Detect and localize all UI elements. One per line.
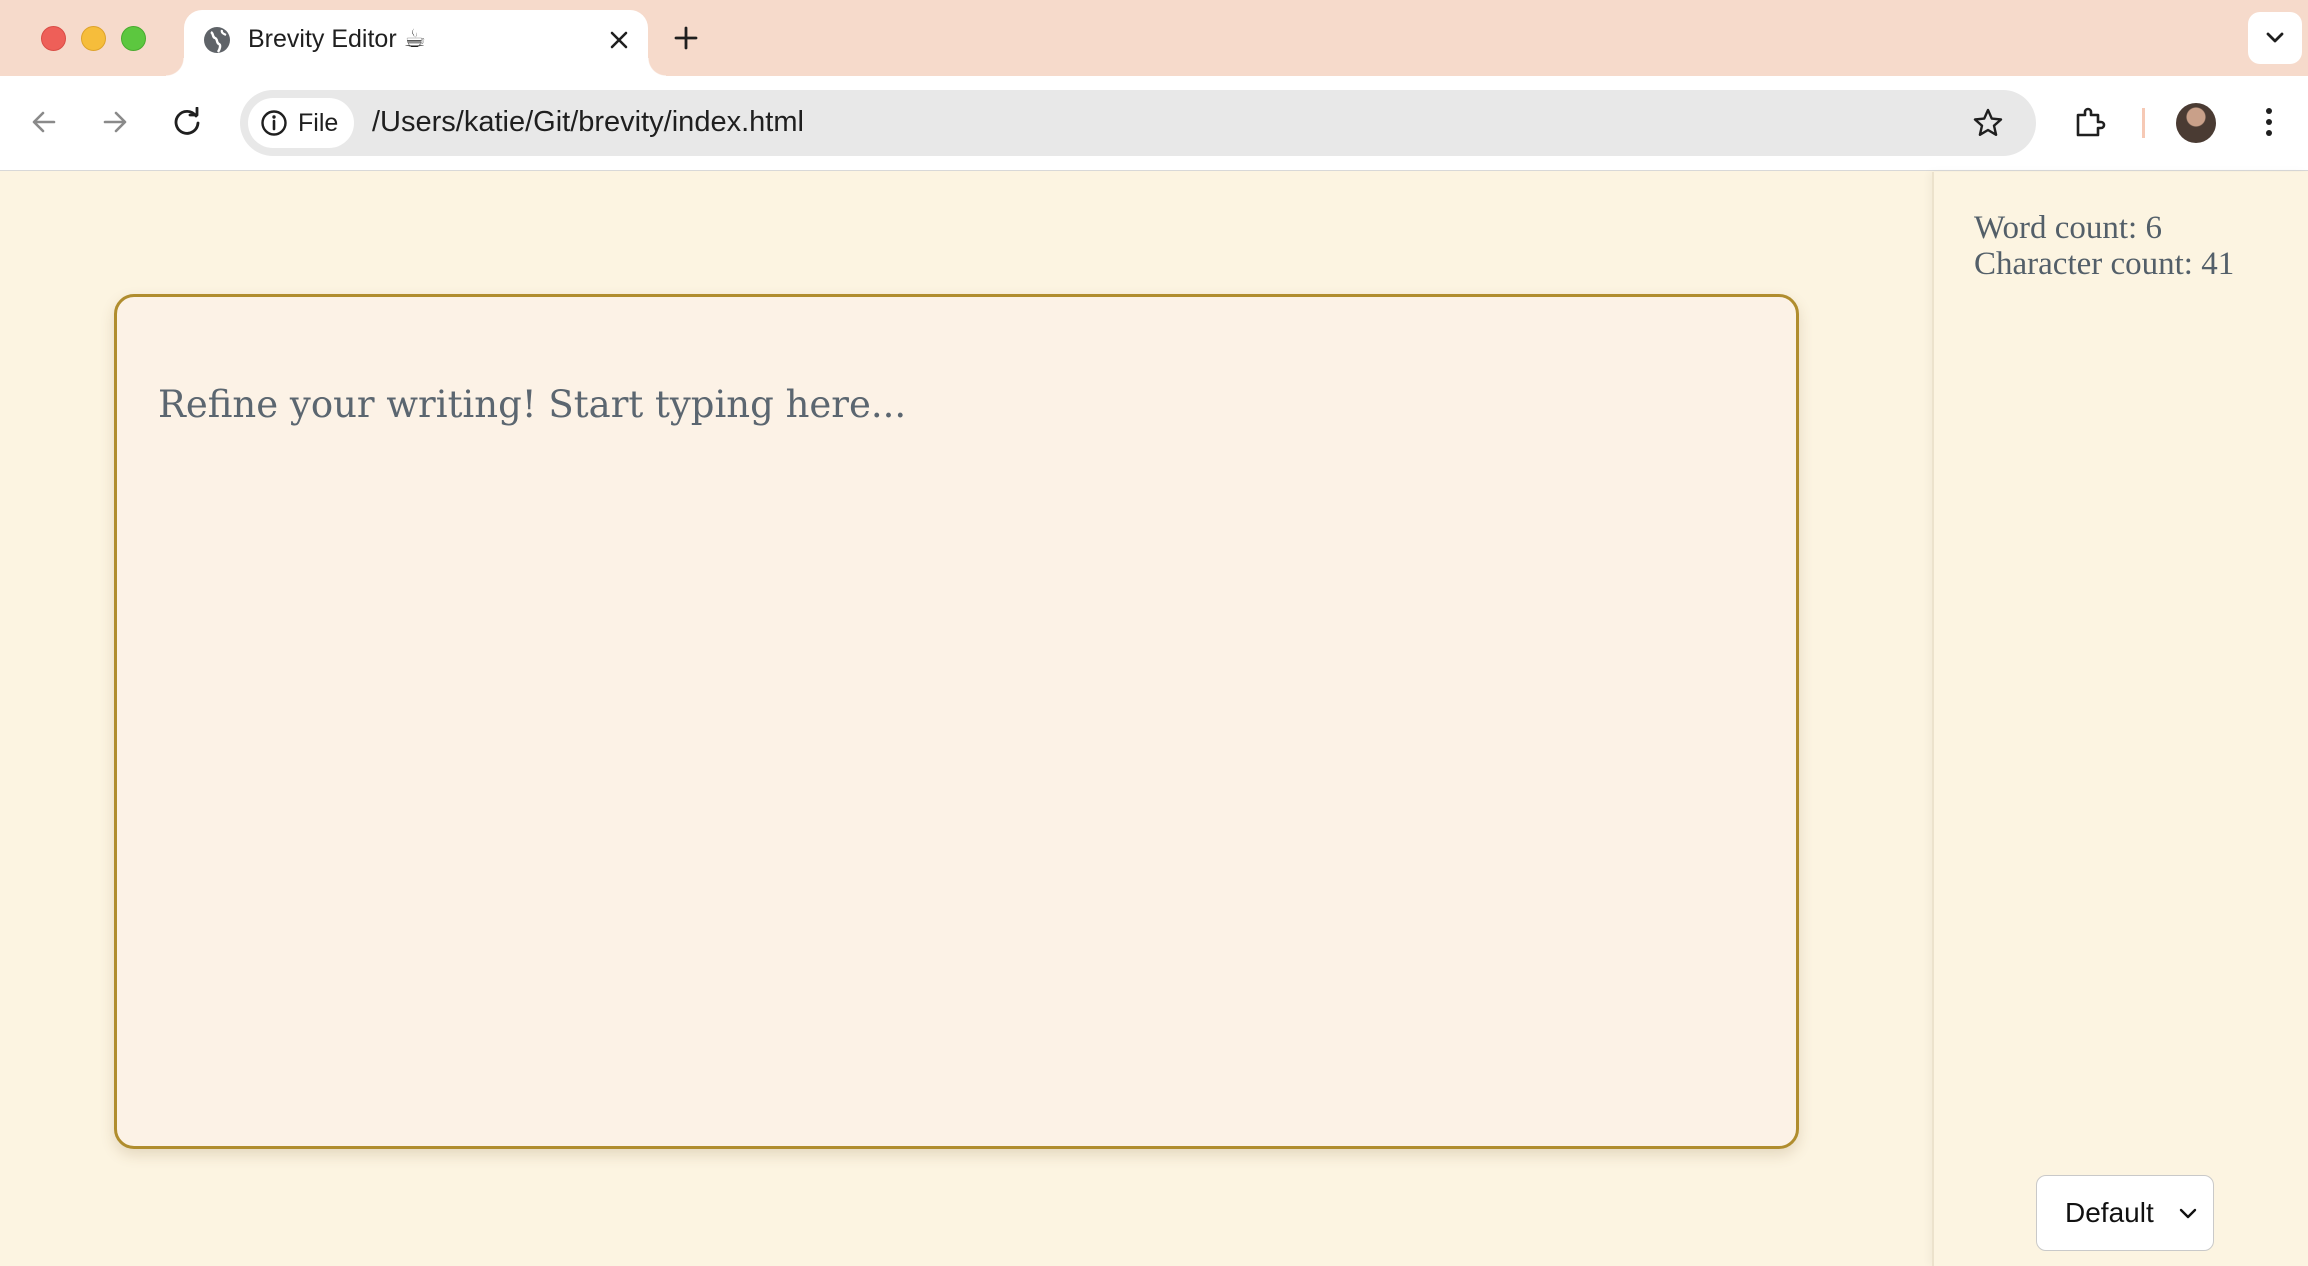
address-bar[interactable]: File /Users/katie/Git/brevity/index.html [240,90,2036,156]
globe-icon [204,27,230,53]
site-info-chip[interactable]: File [248,98,354,148]
reload-icon [174,107,200,135]
tab-search-button[interactable] [2248,12,2302,64]
extensions-button[interactable] [2066,98,2114,146]
maximize-window-button[interactable] [121,26,146,51]
character-count: Character count: 41 [1974,246,2235,282]
kebab-menu-icon [2266,108,2272,136]
tab-title: Brevity Editor ☕ [248,25,427,53]
forward-button[interactable] [91,98,139,146]
chevron-down-icon [2179,1208,2197,1219]
tab-strip: Brevity Editor ☕ [0,0,2308,76]
browser-menu-button[interactable] [2245,98,2293,146]
page-content: Refine your writing! Start typing here..… [0,172,2308,1266]
chevron-down-icon [2266,32,2284,43]
url-text[interactable]: /Users/katie/Git/brevity/index.html [372,106,804,139]
style-select[interactable]: Default [2036,1175,2214,1251]
stats-sidebar: Word count: 6 Character count: 41 Defaul… [1932,172,2308,1266]
profile-avatar[interactable] [2176,103,2216,143]
reload-button[interactable] [163,98,211,146]
star-icon [1973,108,2003,136]
minimize-window-button[interactable] [81,26,106,51]
editor-textarea[interactable]: Refine your writing! Start typing here..… [114,294,1799,1149]
new-tab-button[interactable] [668,20,704,56]
bookmark-button[interactable] [1970,105,2006,141]
word-count: Word count: 6 [1974,210,2162,246]
file-chip-label: File [298,108,339,137]
back-button[interactable] [20,98,68,146]
puzzle-icon [2076,107,2106,137]
close-window-button[interactable] [41,26,66,51]
editor-placeholder: Refine your writing! Start typing here..… [158,383,907,426]
plus-icon [674,26,698,50]
info-icon [261,110,287,136]
tab-brevity-editor[interactable]: Brevity Editor ☕ [166,10,666,76]
toolbar-divider [2142,108,2145,138]
arrow-right-icon [103,111,127,133]
style-select-value: Default [2065,1197,2154,1228]
arrow-left-icon [32,111,56,133]
browser-toolbar: File /Users/katie/Git/brevity/index.html [0,76,2308,171]
close-icon[interactable] [604,25,634,55]
